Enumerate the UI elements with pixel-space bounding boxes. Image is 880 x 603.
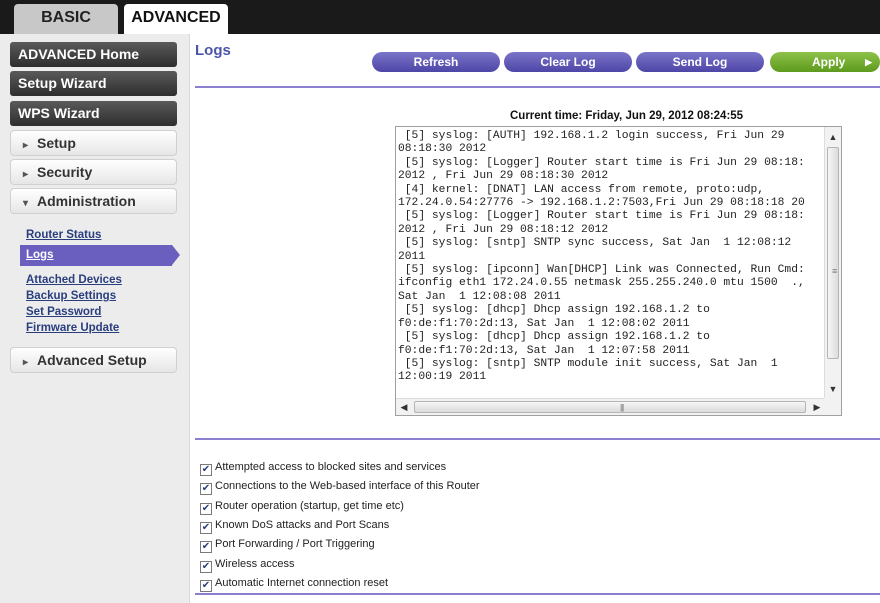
wps-wizard-button[interactable]: WPS Wizard <box>10 101 177 126</box>
log-option-label: Automatic Internet connection reset <box>215 577 389 589</box>
tab-basic[interactable]: BASIC <box>14 4 118 34</box>
sidebar: ADVANCED Home Setup Wizard WPS Wizard ▸ S… <box>0 34 190 603</box>
sidebar-link-firmware-update[interactable]: Firmware Update <box>26 322 119 334</box>
log-option-checkbox[interactable]: ✔ <box>200 522 212 534</box>
divider-middle <box>195 438 880 440</box>
advanced-home-button[interactable]: ADVANCED Home <box>10 42 177 67</box>
sidebar-item-label: Setup <box>37 135 76 151</box>
scroll-left-icon[interactable]: ◀ <box>396 399 412 415</box>
send-log-button[interactable]: Send Log <box>636 52 764 72</box>
log-option-row[interactable]: ✔ Connections to the Web-based interface … <box>200 478 480 495</box>
log-option-row[interactable]: ✔ Wireless access <box>200 556 295 573</box>
sidebar-item-label: Administration <box>37 193 136 209</box>
horizontal-scroll-thumb[interactable]: ||| <box>414 401 806 413</box>
play-arrow-icon: ▶ <box>865 57 872 67</box>
log-option-label: Router operation (startup, get time etc) <box>215 500 404 512</box>
log-option-checkbox[interactable]: ✔ <box>200 483 212 495</box>
log-option-label: Wireless access <box>215 558 295 570</box>
grip-icon: ≡ <box>832 266 838 276</box>
sidebar-item-label: Advanced Setup <box>37 352 147 368</box>
vertical-scroll-thumb[interactable]: ≡ <box>827 147 839 359</box>
divider-top <box>195 86 880 88</box>
sidebar-item-label: Security <box>37 164 93 180</box>
log-option-row[interactable]: ✔ Automatic Internet connection reset <box>200 575 389 592</box>
sidebar-item-security[interactable]: ▸ Security <box>10 159 177 185</box>
log-option-checkbox[interactable]: ✔ <box>200 503 212 515</box>
log-option-row[interactable]: ✔ Attempted access to blocked sites and s… <box>200 459 447 476</box>
log-text: [5] syslog: [AUTH] 192.168.1.2 login suc… <box>398 130 805 384</box>
sidebar-item-advanced-setup[interactable]: ▸ Advanced Setup <box>10 347 177 373</box>
top-bar: BASIC ADVANCED <box>0 0 880 34</box>
sidebar-link-attached-devices[interactable]: Attached Devices <box>26 274 122 286</box>
horizontal-scrollbar[interactable]: ◀ ||| ▶ <box>396 398 825 415</box>
expand-arrow-icon: ▸ <box>23 140 29 151</box>
apply-label: Apply <box>812 55 846 69</box>
log-option-label: Known DoS attacks and Port Scans <box>215 519 390 531</box>
divider-bottom <box>195 593 880 595</box>
log-option-row[interactable]: ✔ Router operation (startup, get time etc… <box>200 498 404 515</box>
active-item-pointer <box>172 245 180 265</box>
setup-wizard-button[interactable]: Setup Wizard <box>10 71 177 96</box>
sidebar-link-logs[interactable]: Logs <box>20 245 172 266</box>
sidebar-link-set-password[interactable]: Set Password <box>26 306 101 318</box>
log-option-label: Connections to the Web-based interface o… <box>215 480 480 492</box>
log-option-row[interactable]: ✔ Port Forwarding / Port Triggering <box>200 536 375 553</box>
collapse-arrow-icon: ▾ <box>23 198 29 209</box>
page-title: Logs <box>195 42 231 59</box>
log-option-checkbox[interactable]: ✔ <box>200 580 212 592</box>
sidebar-item-administration[interactable]: ▾ Administration <box>10 188 177 214</box>
sidebar-link-backup-settings[interactable]: Backup Settings <box>26 290 116 302</box>
apply-button[interactable]: Apply ▶ <box>770 52 880 72</box>
log-option-row[interactable]: ✔ Known DoS attacks and Port Scans <box>200 517 390 534</box>
log-textarea[interactable]: [5] syslog: [AUTH] 192.168.1.2 login suc… <box>395 126 842 416</box>
log-option-checkbox[interactable]: ✔ <box>200 541 212 553</box>
current-time: Current time: Friday, Jun 29, 2012 08:24… <box>510 110 744 122</box>
log-option-label: Attempted access to blocked sites and se… <box>215 461 447 473</box>
scroll-up-icon[interactable]: ▲ <box>825 129 841 145</box>
expand-arrow-icon: ▸ <box>23 357 29 368</box>
sidebar-link-router-status[interactable]: Router Status <box>26 229 101 241</box>
sidebar-item-setup[interactable]: ▸ Setup <box>10 130 177 156</box>
grip-icon: ||| <box>620 403 624 412</box>
log-option-label: Port Forwarding / Port Triggering <box>215 538 375 550</box>
clear-log-button[interactable]: Clear Log <box>504 52 632 72</box>
tab-advanced[interactable]: ADVANCED <box>124 4 228 34</box>
refresh-button[interactable]: Refresh <box>372 52 500 72</box>
log-option-checkbox[interactable]: ✔ <box>200 464 212 476</box>
scroll-right-icon[interactable]: ▶ <box>809 399 825 415</box>
resize-corner-icon[interactable] <box>824 398 841 415</box>
vertical-scrollbar[interactable]: ▲ ≡ ▼ <box>824 127 841 399</box>
expand-arrow-icon: ▸ <box>23 169 29 180</box>
log-option-checkbox[interactable]: ✔ <box>200 561 212 573</box>
scroll-down-icon[interactable]: ▼ <box>825 381 841 397</box>
